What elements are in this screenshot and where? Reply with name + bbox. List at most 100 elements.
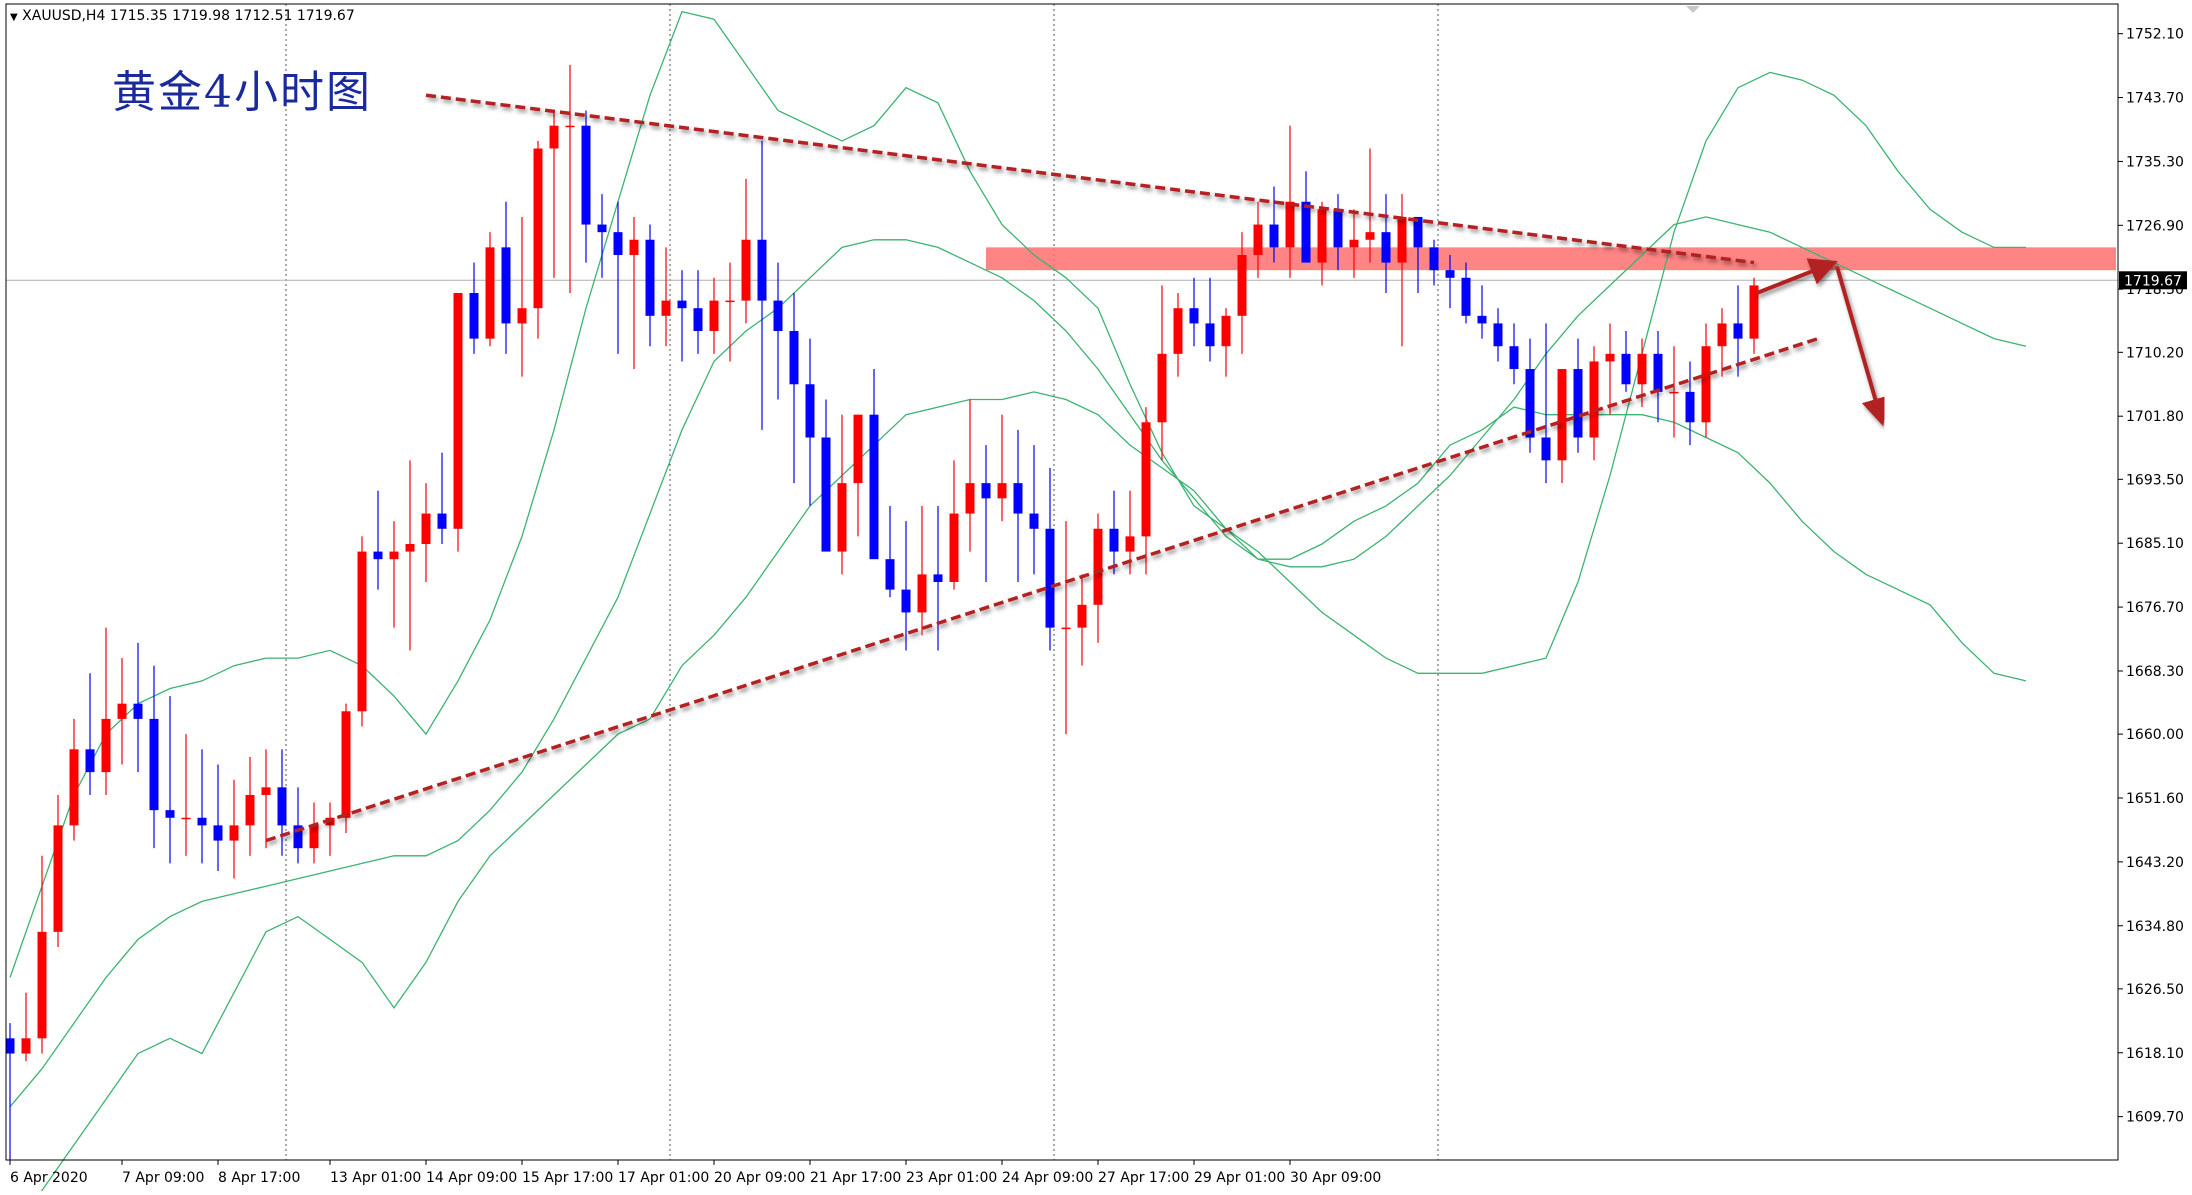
candle-body [5, 1038, 15, 1054]
candle-body [837, 483, 847, 552]
x-tick-label: 27 Apr 17:00 [1098, 1170, 1189, 1186]
candle [53, 794, 63, 948]
y-tick-label: 1618.10 [2126, 1046, 2184, 1062]
candle-body [1509, 346, 1519, 370]
candle-body [149, 718, 159, 811]
candle [1461, 262, 1471, 324]
chart-title: 黄金4小时图 [112, 67, 372, 118]
candle [1749, 277, 1759, 354]
candle-body [1269, 224, 1279, 248]
candle-body [1173, 308, 1183, 354]
candle-body [549, 125, 559, 149]
candle [85, 673, 95, 795]
candle [981, 445, 991, 582]
candle-body [469, 293, 479, 339]
trendlines [265, 93, 1889, 843]
x-tick-label: 7 Apr 09:00 [122, 1170, 204, 1186]
x-tick-label: 24 Apr 09:00 [1002, 1170, 1093, 1186]
menu-triangle-icon[interactable]: ▼ [10, 12, 18, 23]
candle [1205, 277, 1215, 362]
candle-body [661, 300, 671, 316]
candle-body [709, 300, 719, 332]
candle [773, 262, 783, 400]
candle-body [1445, 270, 1455, 278]
candle-body [1477, 315, 1487, 324]
candle-body [1397, 216, 1407, 263]
projection-arrow-down [1835, 266, 1889, 427]
candle-body [405, 543, 415, 552]
candle-body [1189, 308, 1199, 324]
candle-body [1125, 536, 1135, 552]
candle-body [197, 817, 207, 826]
candle-body [1589, 361, 1599, 438]
candle [1717, 308, 1727, 377]
candle [1317, 201, 1327, 286]
candle [757, 140, 767, 430]
candle-body [1141, 422, 1151, 537]
candle [821, 399, 831, 552]
y-tick-label: 1643.20 [2126, 855, 2184, 871]
current-price-label: 1719.67 [2124, 273, 2182, 289]
candle-body [1109, 528, 1119, 552]
x-tick-label: 20 Apr 09:00 [714, 1170, 805, 1186]
y-tick-label: 1726.90 [2126, 218, 2184, 234]
candle [1621, 331, 1631, 392]
candle-body [1653, 353, 1663, 392]
candlesticks [5, 64, 1759, 1160]
candle [357, 536, 367, 727]
candle [21, 992, 31, 1062]
candle [933, 505, 943, 651]
candle [885, 505, 895, 598]
candle-body [53, 825, 63, 932]
x-tick-label: 30 Apr 09:00 [1290, 1170, 1381, 1186]
candle [949, 460, 959, 590]
candle-body [565, 125, 575, 128]
y-tick-label: 1701.80 [2126, 409, 2184, 425]
candle [581, 110, 591, 263]
candle-body [917, 574, 927, 613]
candle [1189, 277, 1199, 347]
candle-body [1701, 346, 1711, 423]
candle-body [1573, 369, 1583, 438]
candle-body [1621, 353, 1631, 385]
candle [293, 787, 303, 864]
chart: 1752.10 1743.70 1735.30 1726.90 1718.50 1710.… [0, 0, 2192, 1195]
y-tick-label: 1660.00 [2126, 727, 2184, 743]
candle [613, 201, 623, 354]
candle-body [37, 931, 47, 1039]
candle-body [229, 825, 239, 841]
candle [741, 178, 751, 324]
candle-body [1301, 201, 1311, 263]
candle-body [1333, 209, 1343, 248]
candle [405, 460, 415, 651]
candle [1605, 323, 1615, 415]
candle-body [757, 239, 767, 301]
candle [1573, 338, 1583, 453]
candle [789, 293, 799, 484]
candle [229, 779, 239, 879]
candle [965, 399, 975, 552]
y-tick-label: 1693.50 [2126, 472, 2184, 488]
candle [1525, 338, 1535, 453]
candle [693, 270, 703, 354]
y-tick-label: 1743.70 [2126, 91, 2184, 107]
candle-body [1461, 277, 1471, 316]
y-tick-label: 1710.20 [2126, 345, 2184, 361]
candle-body [485, 247, 495, 339]
candle [645, 224, 655, 347]
candle-body [1013, 483, 1023, 514]
candle-body [517, 308, 527, 324]
resistance-zone-layer [986, 247, 2116, 271]
candle-body [133, 703, 143, 719]
candle-body [245, 794, 255, 826]
candle-body [1381, 232, 1391, 263]
candle-body [1157, 353, 1167, 423]
candle [1109, 490, 1119, 575]
x-tick-label: 13 Apr 01:00 [330, 1170, 421, 1186]
candle-body [1605, 353, 1615, 362]
candle [1557, 369, 1567, 484]
candle [485, 232, 495, 347]
candle [917, 505, 927, 636]
candle-body [677, 300, 687, 309]
candle-body [853, 414, 863, 484]
